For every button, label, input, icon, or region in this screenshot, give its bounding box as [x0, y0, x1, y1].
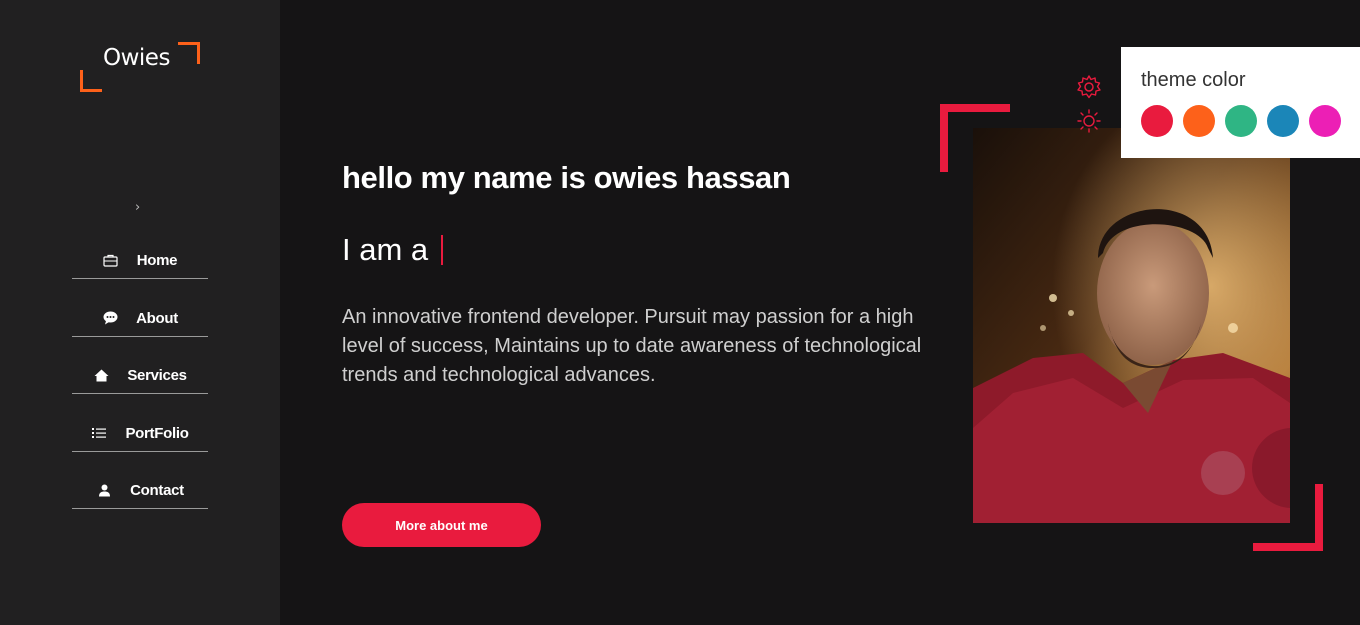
sidebar-item-about[interactable]: About — [72, 301, 208, 337]
logo[interactable]: Owies — [80, 42, 200, 92]
list-icon — [91, 425, 107, 441]
gear-icon[interactable] — [1076, 75, 1102, 104]
sidebar: Owies › Home About Services PortFolio Co… — [0, 0, 280, 625]
sidebar-toggle-icon[interactable]: › — [135, 200, 140, 215]
swatch-pink[interactable] — [1309, 105, 1341, 137]
sidebar-item-label: Home — [136, 252, 178, 269]
sidebar-item-home[interactable]: Home — [72, 243, 208, 279]
sun-icon[interactable] — [1076, 109, 1102, 138]
profile-photo — [973, 128, 1290, 523]
house-icon — [93, 368, 109, 384]
typing-cursor — [441, 235, 444, 265]
sidebar-item-label: About — [136, 309, 178, 327]
theme-panel-title: theme color — [1141, 69, 1246, 91]
hero-description: An innovative frontend developer. Pursui… — [342, 306, 922, 386]
chat-bubble-icon — [102, 310, 118, 326]
briefcase-icon — [103, 253, 119, 269]
logo-text: Owies — [103, 45, 170, 71]
sidebar-item-label: Contact — [130, 482, 184, 499]
hero-greeting: hello my name is owies hassan — [342, 160, 791, 195]
sidebar-item-services[interactable]: Services — [72, 358, 208, 394]
sidebar-item-label: PortFolio — [125, 424, 189, 442]
sidebar-item-label: Services — [127, 367, 187, 384]
swatch-blue[interactable] — [1267, 105, 1299, 137]
logo-corner-bottom-left — [80, 70, 102, 92]
sidebar-nav: Home About Services PortFolio Contact — [72, 243, 208, 531]
logo-corner-top-right — [178, 42, 200, 64]
sidebar-item-portfolio[interactable]: PortFolio — [72, 416, 208, 452]
swatch-green[interactable] — [1225, 105, 1257, 137]
settings-toggle[interactable] — [1076, 74, 1102, 138]
hero-iam-prefix: I am a — [342, 232, 429, 267]
theme-color-panel: theme color — [1121, 47, 1360, 158]
theme-swatches — [1141, 105, 1351, 137]
hero-typing-line: I am a — [342, 232, 444, 268]
swatch-red[interactable] — [1141, 105, 1173, 137]
user-icon — [96, 483, 112, 499]
more-about-me-button[interactable]: More about me — [342, 503, 541, 547]
swatch-orange[interactable] — [1183, 105, 1215, 137]
sidebar-item-contact[interactable]: Contact — [72, 473, 208, 509]
